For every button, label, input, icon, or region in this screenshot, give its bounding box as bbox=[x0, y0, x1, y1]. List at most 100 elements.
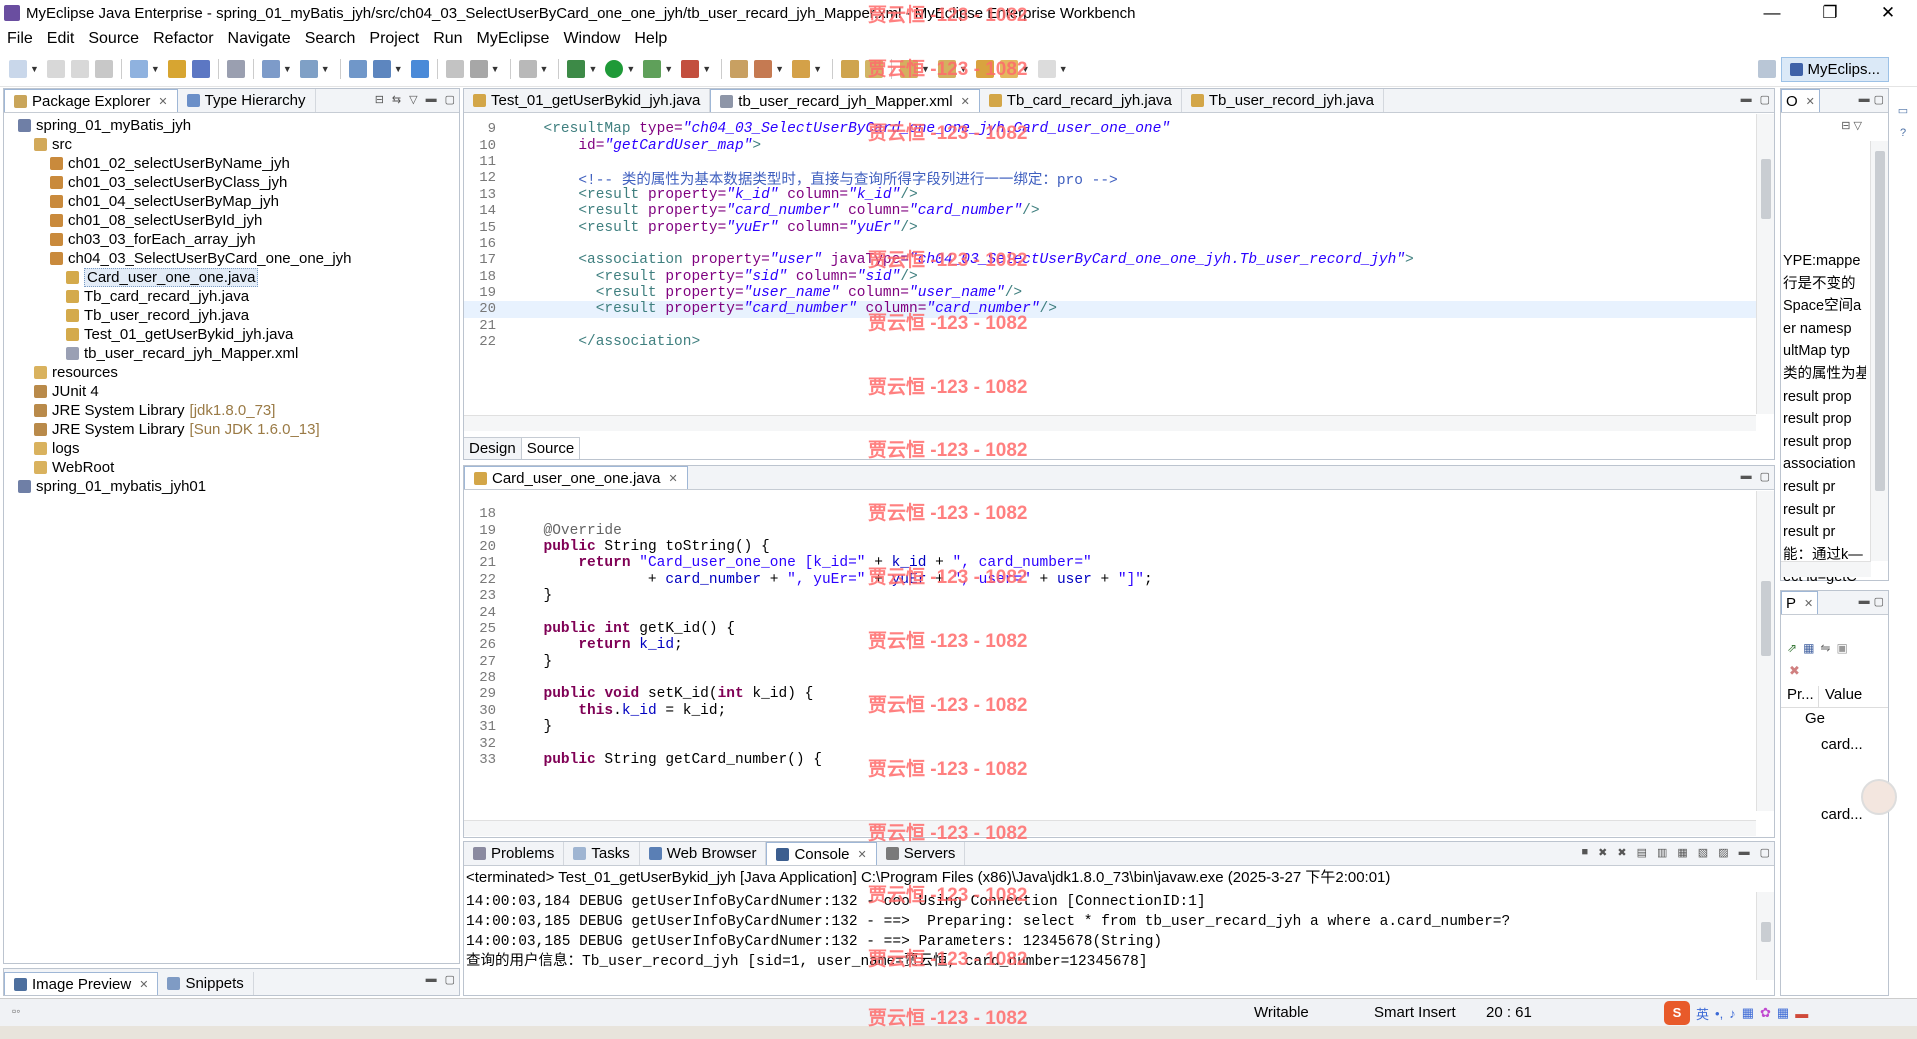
tree-item[interactable]: Card_user_one_one.java bbox=[4, 268, 459, 287]
close-button[interactable]: ✕ bbox=[1859, 0, 1917, 26]
tab-package-explorer[interactable]: Package Explorer ✕ bbox=[4, 89, 178, 112]
tab-outline[interactable]: O ✕ bbox=[1781, 89, 1820, 112]
tree-item[interactable]: ch01_02_selectUserByName_jyh bbox=[4, 154, 459, 173]
tab-snippets[interactable]: Snippets bbox=[158, 972, 254, 995]
annotation-icon[interactable] bbox=[864, 59, 883, 78]
outline-item[interactable]: Space空间a bbox=[1783, 295, 1866, 318]
collapse-all-icon[interactable]: ⊟ bbox=[375, 93, 384, 106]
help-icon[interactable]: ? bbox=[1892, 122, 1914, 144]
tree-item[interactable]: ch01_04_selectUserByMap_jyh bbox=[4, 192, 459, 211]
maximize-view-icon[interactable]: ▢ bbox=[445, 973, 455, 986]
back-icon[interactable] bbox=[999, 59, 1018, 78]
tree-item[interactable]: spring_01_myBatis_jyh bbox=[4, 116, 459, 135]
save-icon[interactable] bbox=[46, 59, 65, 78]
tree-item[interactable]: JUnit 4 bbox=[4, 382, 459, 401]
minimize-view-icon[interactable]: ▬ bbox=[426, 973, 437, 986]
remove-launch-icon[interactable]: ✖ bbox=[1598, 846, 1607, 859]
tree-item[interactable]: src bbox=[4, 135, 459, 154]
delete-icon[interactable]: ✖ bbox=[1789, 663, 1800, 679]
minimize-view-icon[interactable]: ▬ bbox=[1859, 93, 1870, 106]
xml-code-area[interactable]: 9 <resultMap type= "ch04_03_SelectUserByC… bbox=[464, 121, 1774, 350]
tools-icon[interactable] bbox=[518, 59, 537, 78]
maximize-view-icon[interactable]: ▢ bbox=[1760, 470, 1770, 483]
open-perspective-icon-2[interactable] bbox=[1758, 59, 1776, 78]
tree-item[interactable]: logs bbox=[4, 439, 459, 458]
new-icon[interactable] bbox=[9, 59, 27, 78]
previous-annotation-icon[interactable] bbox=[937, 59, 956, 78]
gear-icon[interactable] bbox=[469, 59, 488, 78]
close-tab-icon[interactable]: ✕ bbox=[1806, 95, 1815, 108]
display-console-icon[interactable]: ▧ bbox=[1698, 846, 1708, 859]
view-menu-icon[interactable]: ▽ bbox=[409, 93, 417, 106]
minimize-view-icon[interactable]: ▬ bbox=[1741, 470, 1752, 483]
menu-myeclipse[interactable]: MyEclipse bbox=[470, 30, 557, 48]
minimize-view-icon[interactable]: ▬ bbox=[1739, 846, 1750, 859]
forward-icon[interactable] bbox=[1037, 59, 1056, 78]
tree-item[interactable]: JRE System Library [Sun JDK 1.6.0_13] bbox=[4, 420, 459, 439]
link-editor-icon[interactable]: ⇆ bbox=[392, 93, 401, 106]
browser-icon[interactable] bbox=[226, 59, 245, 78]
ime-keyboard-icon[interactable]: ▦ bbox=[1742, 1005, 1754, 1021]
tab-problems[interactable]: Problems bbox=[464, 842, 565, 865]
close-tab-icon[interactable]: ✕ bbox=[139, 978, 148, 991]
close-tab-icon[interactable]: ✕ bbox=[858, 848, 867, 861]
column-value[interactable]: Value bbox=[1819, 686, 1862, 707]
wizard-icon[interactable] bbox=[261, 59, 280, 78]
property-value[interactable]: card... bbox=[1821, 736, 1863, 753]
outline-item[interactable]: result prop bbox=[1783, 431, 1866, 454]
menu-search[interactable]: Search bbox=[298, 30, 363, 48]
maximize-view-icon[interactable]: ▢ bbox=[1874, 595, 1884, 608]
perspective-myeclipse-button[interactable]: MyEclips... bbox=[1781, 57, 1889, 82]
ime-punct-icon[interactable]: •, bbox=[1715, 1006, 1723, 1021]
new-class-icon[interactable] bbox=[792, 59, 811, 78]
tree-item[interactable]: Tb_user_record_jyh.java bbox=[4, 306, 459, 325]
terminate-icon[interactable]: ■ bbox=[1581, 846, 1588, 859]
tree-item[interactable]: spring_01_mybatis_jyh01 bbox=[4, 477, 459, 496]
menu-refactor[interactable]: Refactor bbox=[146, 30, 220, 48]
tree-item[interactable]: ch01_03_selectUserByClass_jyh bbox=[4, 173, 459, 192]
tree-item[interactable]: resources bbox=[4, 363, 459, 382]
ime-toolbox-icon[interactable]: ▦ bbox=[1777, 1005, 1789, 1021]
open-task-icon[interactable] bbox=[372, 59, 391, 78]
vertical-scrollbar[interactable] bbox=[1756, 491, 1774, 811]
tab-servers[interactable]: Servers bbox=[877, 842, 966, 865]
menu-file[interactable]: File bbox=[0, 30, 40, 48]
source-tab[interactable]: Source bbox=[521, 438, 581, 459]
ime-language-icon[interactable]: 英 bbox=[1696, 1004, 1709, 1023]
tree-item[interactable]: ch03_03_forEach_array_jyh bbox=[4, 230, 459, 249]
menu-window[interactable]: Window bbox=[556, 30, 627, 48]
maximize-view-icon[interactable]: ▢ bbox=[1760, 846, 1770, 859]
maximize-button[interactable]: ❐ bbox=[1801, 0, 1859, 26]
outline-item[interactable]: association bbox=[1783, 453, 1866, 476]
maximize-view-icon[interactable]: ▢ bbox=[1874, 93, 1884, 106]
menu-help[interactable]: Help bbox=[627, 30, 674, 48]
menu-edit[interactable]: Edit bbox=[40, 30, 82, 48]
java-code-area[interactable]: 18 19 @Override 20 public String toString… bbox=[464, 506, 1774, 768]
new-java-project-icon[interactable] bbox=[730, 59, 749, 78]
outline-item[interactable]: result pr bbox=[1783, 476, 1866, 499]
pin-icon[interactable]: ⇗ bbox=[1787, 641, 1797, 655]
tab-tb-card[interactable]: Tb_card_recard_jyh.java bbox=[980, 89, 1182, 112]
tab-properties[interactable]: P ✕ bbox=[1781, 591, 1819, 614]
tab-tasks[interactable]: Tasks bbox=[564, 842, 640, 865]
tab-test-01[interactable]: Test_01_getUserBykid_jyh.java bbox=[464, 89, 711, 112]
column-property[interactable]: Pr... bbox=[1781, 686, 1819, 707]
property-value[interactable]: card... bbox=[1821, 806, 1863, 823]
tree-item[interactable]: Test_01_getUserBykid_jyh.java bbox=[4, 325, 459, 344]
categories-icon[interactable]: ▦ bbox=[1803, 641, 1814, 655]
tab-console[interactable]: Console ✕ bbox=[766, 842, 877, 865]
tab-type-hierarchy[interactable]: Type Hierarchy bbox=[178, 89, 316, 112]
outline-item[interactable]: result pr bbox=[1783, 499, 1866, 522]
run-icon[interactable] bbox=[605, 59, 624, 78]
vertical-scrollbar[interactable] bbox=[1870, 141, 1888, 561]
horizontal-scrollbar[interactable] bbox=[1781, 561, 1871, 577]
horizontal-scrollbar[interactable] bbox=[464, 820, 1756, 836]
outline-item[interactable]: 类的属性为基 bbox=[1783, 363, 1866, 386]
console-output[interactable]: 14:00:03,184 DEBUG getUserInfoByCardNume… bbox=[464, 892, 1756, 972]
menu-project[interactable]: Project bbox=[362, 30, 426, 48]
close-tab-icon[interactable]: ✕ bbox=[961, 95, 970, 108]
restore-icon[interactable]: ▭ bbox=[1892, 100, 1914, 122]
tree-item[interactable]: tb_user_recard_jyh_Mapper.xml bbox=[4, 344, 459, 363]
ime-mic-icon[interactable]: ♪ bbox=[1729, 1006, 1736, 1021]
tab-web-browser[interactable]: Web Browser bbox=[640, 842, 767, 865]
